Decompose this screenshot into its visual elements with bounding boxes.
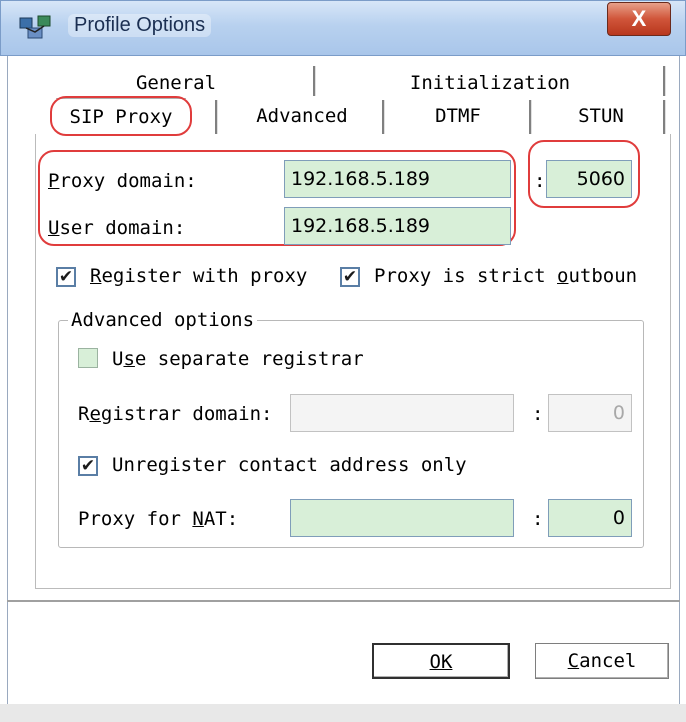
close-button[interactable]: X	[607, 2, 671, 36]
proxy-domain-field[interactable]: 192.168.5.189	[284, 160, 511, 198]
tab-separator	[382, 100, 385, 134]
proxy-for-nat-label: Proxy for NAT:	[78, 508, 239, 530]
tab-separator	[663, 66, 666, 96]
window-bottom-border	[0, 704, 686, 722]
tab-advanced[interactable]: Advanced	[222, 98, 382, 136]
tab-separator	[529, 100, 532, 134]
registrar-port-field[interactable]: 0	[548, 394, 632, 432]
ok-button[interactable]: OK	[372, 643, 510, 679]
strict-outbound-label: Proxy is strict outboun	[374, 265, 638, 287]
proxy-port-field[interactable]: 5060	[546, 160, 632, 198]
tab-initialization-label: Initialization	[409, 72, 571, 94]
proxy-domain-label: Proxy domain:	[48, 170, 197, 192]
tab-general[interactable]: General	[35, 72, 317, 98]
strict-outbound-checkbox[interactable]: ✔	[340, 267, 360, 287]
unregister-contact-checkbox[interactable]: ✔	[78, 456, 98, 476]
sip-proxy-tab-highlight	[50, 96, 192, 136]
user-domain-field[interactable]: 192.168.5.189	[284, 207, 511, 245]
tab-general-label: General	[135, 72, 217, 94]
network-computers-icon	[18, 12, 54, 42]
registrar-domain-label: Registrar domain:	[78, 403, 273, 425]
nat-port-field[interactable]: 0	[548, 499, 632, 537]
registrar-port-separator: :	[532, 403, 544, 425]
separate-registrar-checkbox[interactable]	[78, 348, 98, 368]
tab-dtmf[interactable]: DTMF	[389, 98, 527, 136]
ok-button-label: OK	[429, 651, 453, 673]
register-with-proxy-checkbox[interactable]: ✔	[56, 267, 76, 287]
tab-dtmf-label: DTMF	[435, 105, 481, 127]
tab-advanced-label: Advanced	[256, 105, 348, 127]
tab-stun[interactable]: STUN	[536, 98, 666, 136]
tab-stun-label: STUN	[578, 105, 624, 127]
tab-initialization[interactable]: Initialization	[320, 72, 660, 98]
window-title: Profile Options	[68, 14, 212, 37]
nat-port-separator: :	[532, 508, 544, 530]
unregister-contact-label: Unregister contact address only	[112, 454, 467, 476]
tab-separator	[313, 66, 316, 96]
register-with-proxy-label: Register with proxy	[90, 265, 308, 287]
user-domain-label: User domain:	[48, 217, 186, 239]
registrar-domain-field[interactable]	[290, 394, 514, 432]
tab-separator	[663, 100, 666, 134]
cancel-button[interactable]: Cancel	[535, 643, 669, 679]
separate-registrar-label: Use separate registrar	[112, 348, 364, 370]
cancel-button-label: Cancel	[567, 650, 637, 672]
proxy-for-nat-field[interactable]	[290, 499, 514, 537]
button-bar-divider	[7, 600, 680, 602]
close-icon: X	[631, 6, 647, 31]
tab-separator	[215, 100, 218, 134]
advanced-options-title: Advanced options	[68, 309, 258, 331]
